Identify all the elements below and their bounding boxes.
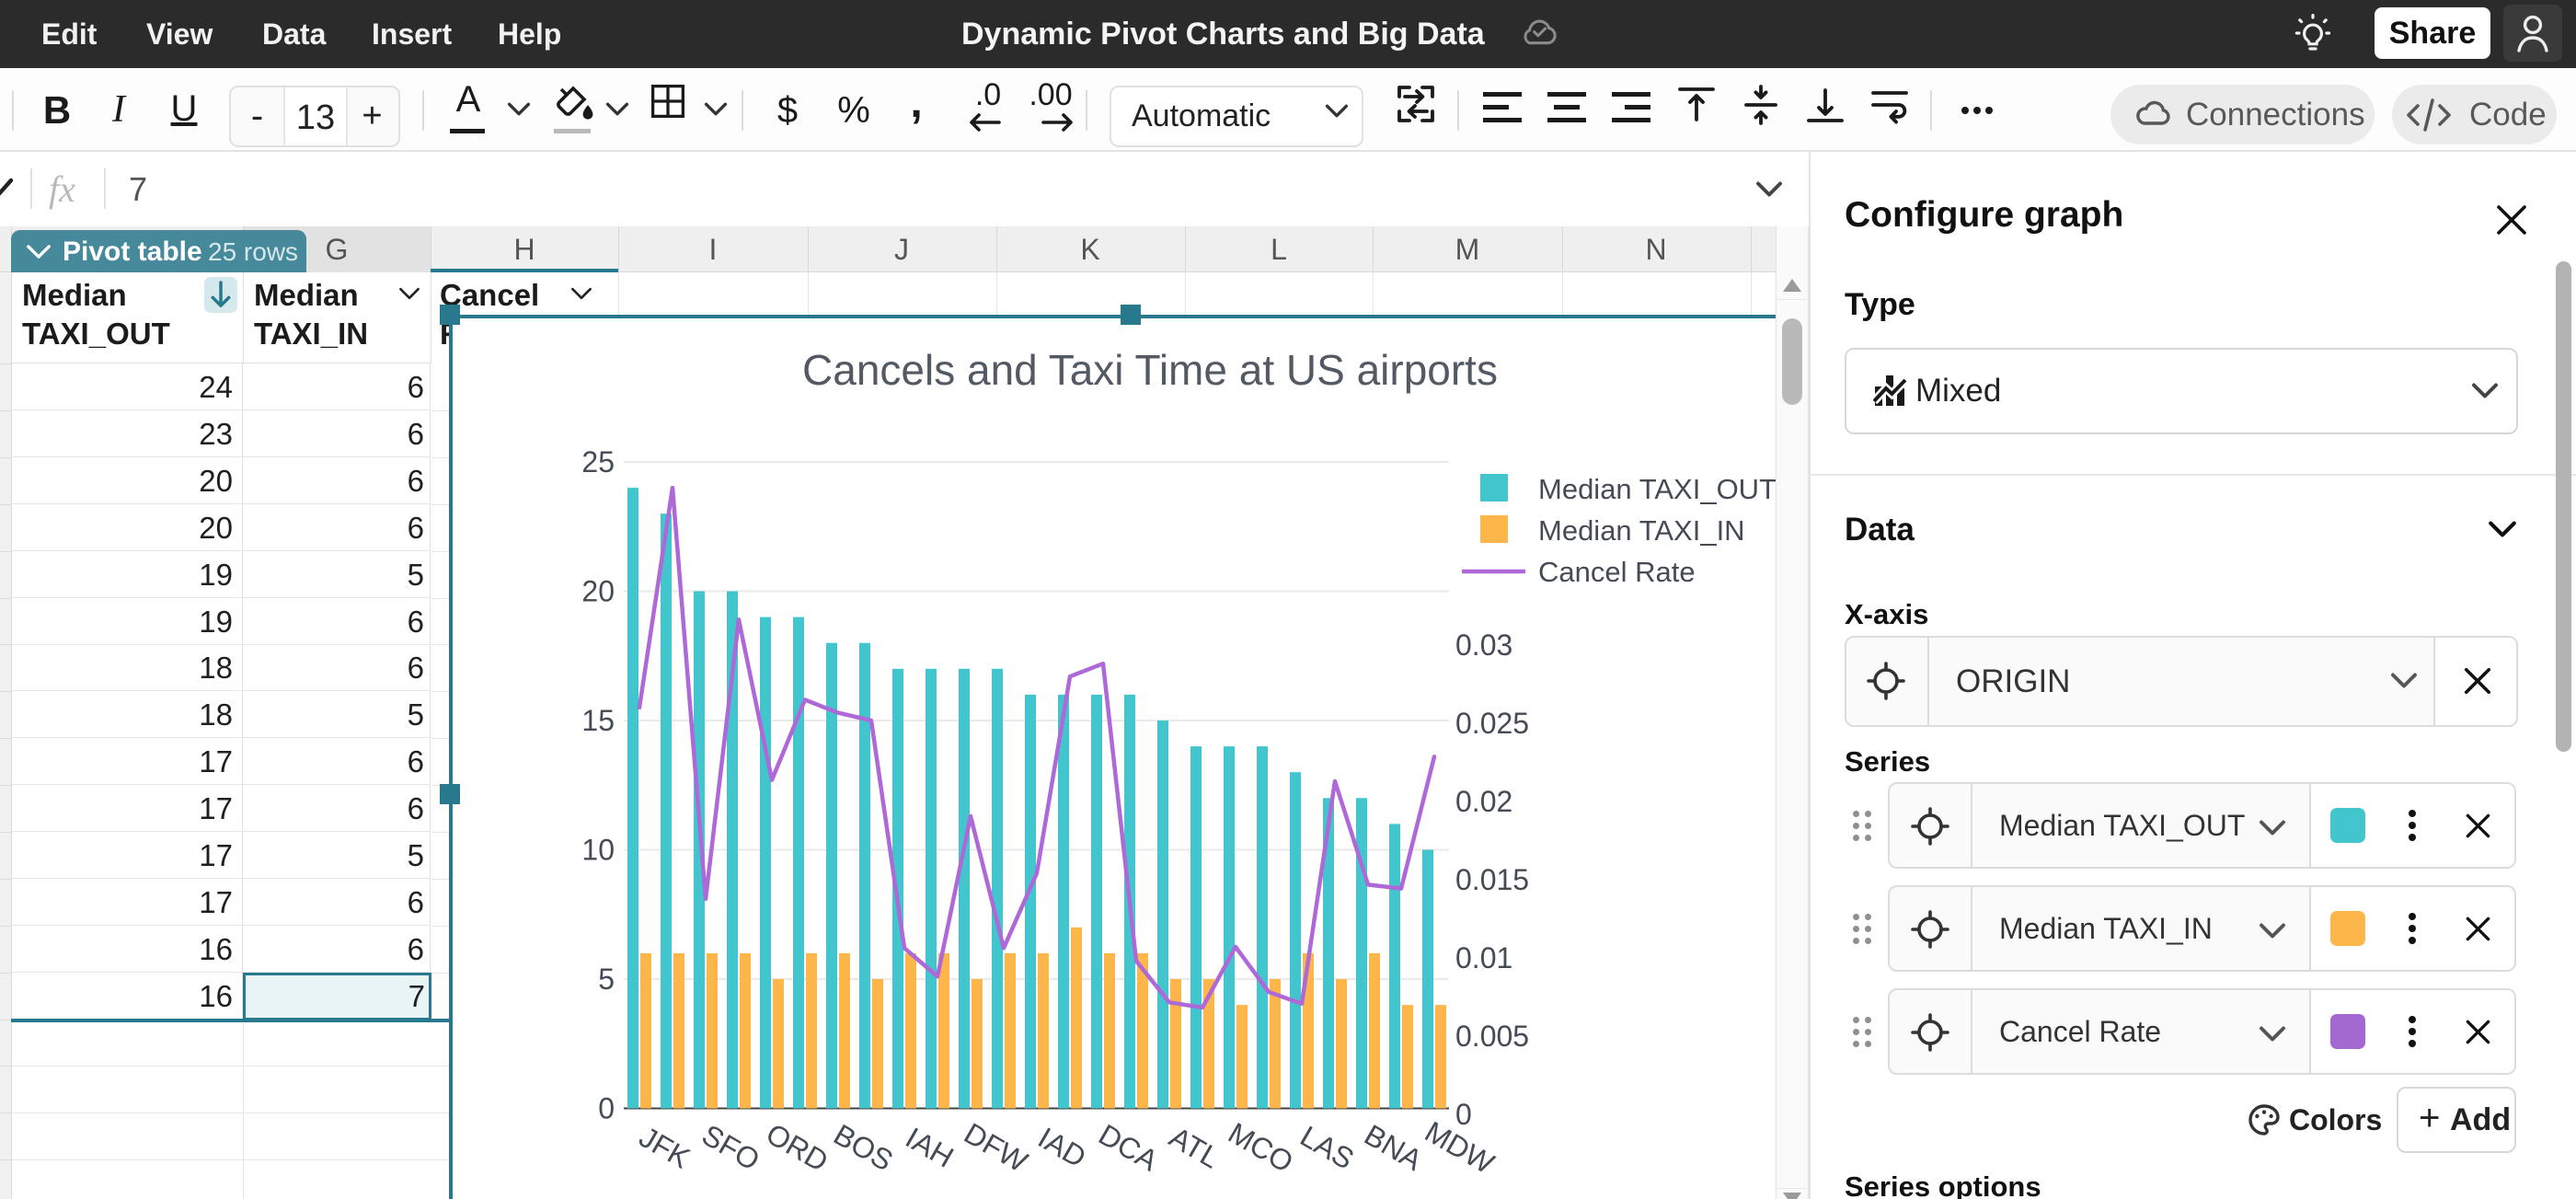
svg-text:DCA: DCA <box>1093 1117 1164 1177</box>
svg-text:0.01: 0.01 <box>1455 941 1512 974</box>
svg-text:IAD: IAD <box>1032 1121 1091 1174</box>
svg-text:0.005: 0.005 <box>1455 1020 1529 1053</box>
svg-text:Cancel Rate: Cancel Rate <box>1538 556 1696 588</box>
svg-text:ORD: ORD <box>761 1117 834 1179</box>
svg-text:BOS: BOS <box>828 1117 899 1177</box>
svg-text:Median TAXI_OUT: Median TAXI_OUT <box>1538 473 1776 505</box>
svg-text:IAH: IAH <box>900 1121 959 1174</box>
svg-text:LAS: LAS <box>1294 1119 1359 1175</box>
svg-text:Cancels and Taxi Time at US ai: Cancels and Taxi Time at US airports <box>802 346 1498 394</box>
svg-text:20: 20 <box>581 575 615 608</box>
svg-text:MCO: MCO <box>1223 1116 1299 1180</box>
svg-text:Median TAXI_IN: Median TAXI_IN <box>1538 514 1745 547</box>
svg-text:SFO: SFO <box>696 1118 765 1177</box>
svg-text:0.03: 0.03 <box>1455 628 1512 662</box>
svg-text:DFW: DFW <box>959 1116 1034 1179</box>
svg-text:BNA: BNA <box>1359 1118 1429 1177</box>
svg-text:10: 10 <box>581 834 615 867</box>
svg-text:0: 0 <box>598 1092 615 1125</box>
svg-text:0.015: 0.015 <box>1455 863 1529 896</box>
svg-text:0: 0 <box>1455 1098 1472 1131</box>
svg-text:0.025: 0.025 <box>1455 707 1529 740</box>
svg-text:ATL: ATL <box>1164 1120 1225 1174</box>
svg-text:0.02: 0.02 <box>1455 785 1512 818</box>
svg-text:5: 5 <box>598 963 615 996</box>
svg-text:15: 15 <box>581 704 615 737</box>
svg-text:JFK: JFK <box>634 1120 696 1175</box>
svg-text:25: 25 <box>581 445 615 478</box>
